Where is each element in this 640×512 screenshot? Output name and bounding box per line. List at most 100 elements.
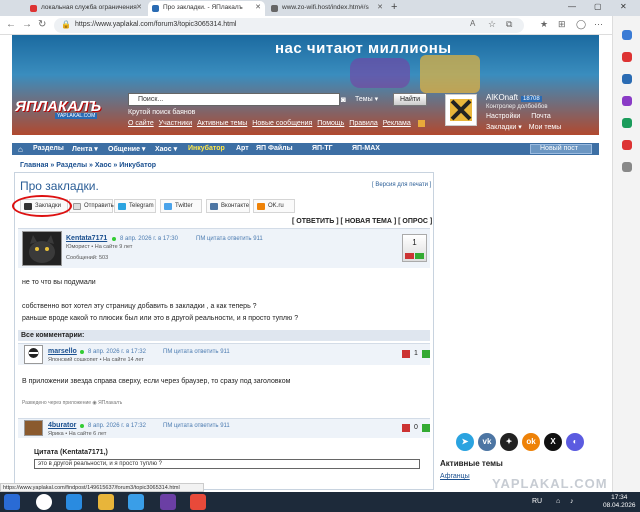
- nav-files[interactable]: ЯП Файлы: [256, 145, 293, 152]
- comment-links[interactable]: ПМ цитата ответить 911: [163, 423, 230, 429]
- outlook-icon[interactable]: [622, 140, 632, 150]
- store-icon[interactable]: [128, 494, 144, 510]
- start-icon[interactable]: [4, 494, 20, 510]
- network-icon[interactable]: ⌂: [556, 498, 560, 505]
- app-icon-2[interactable]: [190, 494, 206, 510]
- add-icon[interactable]: [622, 162, 632, 172]
- collections-icon[interactable]: ⊞: [558, 19, 566, 30]
- share-vk-button[interactable]: Вконтакте: [206, 199, 250, 213]
- edge-icon[interactable]: [66, 494, 82, 510]
- nav-feed[interactable]: Лента ▾: [72, 145, 98, 153]
- topic-actions[interactable]: [ ОТВЕТИТЬ ] [ НОВАЯ ТЕМА ] [ ОПРОС ]: [292, 218, 432, 225]
- explorer-icon[interactable]: [98, 494, 114, 510]
- active-topic-link[interactable]: Афганцы: [440, 473, 470, 480]
- ok-icon[interactable]: ok: [522, 433, 540, 451]
- back-icon[interactable]: ←: [6, 19, 16, 30]
- close-icon[interactable]: ✕: [136, 3, 142, 11]
- vk-icon[interactable]: vk: [478, 433, 496, 451]
- forward-icon[interactable]: →: [22, 19, 32, 30]
- close-window-icon[interactable]: ✕: [620, 2, 627, 11]
- link-about[interactable]: О сайте: [128, 120, 154, 127]
- vote-down-button[interactable]: [402, 424, 410, 432]
- telegram-icon[interactable]: ➤: [456, 433, 474, 451]
- breadcrumb[interactable]: Главная » Разделы » Хаос » Инкубатор: [20, 162, 156, 169]
- vote-down-button[interactable]: [402, 350, 410, 358]
- language-indicator[interactable]: RU: [532, 498, 542, 505]
- share-send-button[interactable]: Отправить: [69, 199, 114, 213]
- vote-up-button[interactable]: [422, 424, 430, 432]
- share-ok-button[interactable]: OK.ru: [253, 199, 295, 213]
- yandex-icon[interactable]: [36, 494, 52, 510]
- print-version-link[interactable]: [ Версия для печати ]: [372, 182, 431, 188]
- close-icon[interactable]: ✕: [377, 3, 383, 11]
- tab-2-active[interactable]: Про закладки. - ЯПлакалъ ✕: [148, 1, 265, 16]
- tools-icon[interactable]: [622, 74, 632, 84]
- comment-date[interactable]: 8 апр. 2026 г. в 17:32: [88, 349, 146, 355]
- link-help[interactable]: Помощь: [317, 120, 344, 127]
- link-my-topics[interactable]: Мои темы: [529, 124, 562, 131]
- nav-telegram[interactable]: ЯП-ТГ: [312, 145, 333, 152]
- search-icon[interactable]: [622, 30, 632, 40]
- nav-max[interactable]: ЯП-MAX: [352, 145, 380, 152]
- comment-author[interactable]: 4burator: [48, 422, 76, 429]
- commenter-avatar[interactable]: [24, 420, 43, 436]
- link-bayan-search[interactable]: Крутой поиск баянов: [128, 109, 195, 116]
- search-button[interactable]: Найти: [393, 93, 427, 106]
- search-scope-select[interactable]: Темы ▾: [355, 95, 378, 103]
- maximize-icon[interactable]: ▢: [594, 2, 602, 11]
- tab-3[interactable]: www.zo-wifi.host/index.htm#/s ✕: [267, 1, 387, 16]
- nav-art[interactable]: Арт: [236, 145, 249, 152]
- nav-chat[interactable]: Общение ▾: [108, 145, 145, 153]
- nav-sections[interactable]: Разделы: [33, 145, 64, 152]
- camera-icon[interactable]: ◙: [341, 95, 346, 104]
- reload-icon[interactable]: ↻: [38, 19, 46, 30]
- nav-incubator[interactable]: Инкубатор: [188, 145, 225, 152]
- link-rules[interactable]: Правила: [349, 120, 377, 127]
- user-avatar[interactable]: [445, 94, 477, 126]
- link-members[interactable]: Участники: [159, 120, 192, 127]
- rss-icon[interactable]: [418, 120, 425, 127]
- comment-links[interactable]: ПМ цитата ответить 911: [163, 349, 230, 355]
- vote-up-button[interactable]: [415, 253, 424, 259]
- volume-icon[interactable]: ♪: [570, 498, 574, 505]
- link-settings[interactable]: Настройки: [486, 113, 520, 120]
- nav-chaos[interactable]: Хаос ▾: [155, 145, 177, 153]
- favorites-icon[interactable]: ★: [540, 19, 548, 30]
- vote-up-button[interactable]: [422, 350, 430, 358]
- shopping-icon[interactable]: [622, 52, 632, 62]
- share-telegram-button[interactable]: Telegram: [114, 199, 156, 213]
- games-icon[interactable]: [622, 96, 632, 106]
- new-post-button[interactable]: Новый пост: [530, 144, 592, 154]
- home-icon[interactable]: ⌂: [18, 145, 23, 154]
- tab-1[interactable]: локальная служба ограничения ✕: [26, 1, 146, 16]
- link-mail[interactable]: Почта: [531, 113, 550, 120]
- profile-icon[interactable]: ◯: [576, 19, 586, 30]
- dzen-icon[interactable]: ✦: [500, 433, 518, 451]
- office-icon[interactable]: [622, 118, 632, 128]
- close-icon[interactable]: ✕: [255, 3, 261, 11]
- post-links[interactable]: ПМ цитата ответить 911: [196, 236, 263, 242]
- url-text[interactable]: https://www.yaplakal.com/forum3/topic306…: [75, 21, 236, 28]
- comment-author[interactable]: marsello: [48, 348, 77, 355]
- new-tab-icon[interactable]: +: [391, 1, 397, 13]
- link-new-messages[interactable]: Новые сообщения: [252, 120, 312, 127]
- read-aloud-icon[interactable]: A: [470, 19, 475, 28]
- vote-down-button[interactable]: [405, 253, 414, 259]
- post-date[interactable]: 8 апр. 2026 г. в 17:30: [120, 236, 178, 242]
- commenter-avatar[interactable]: [24, 345, 43, 364]
- post-author[interactable]: Kentata7171: [66, 235, 107, 242]
- favorite-star-icon[interactable]: ☆: [488, 19, 496, 30]
- app-icon[interactable]: [160, 494, 176, 510]
- split-screen-icon[interactable]: ⧉: [506, 19, 512, 30]
- clock[interactable]: 17:34 08.04.2026: [603, 494, 636, 510]
- link-ads[interactable]: Реклама: [383, 120, 411, 127]
- minimize-icon[interactable]: —: [568, 2, 576, 11]
- share-twitter-button[interactable]: Twitter: [160, 199, 202, 213]
- user-name[interactable]: AlKOnaft 18708: [486, 93, 542, 102]
- comment-date[interactable]: 8 апр. 2026 г. в 17:32: [88, 423, 146, 429]
- more-menu-icon[interactable]: ⋯: [594, 19, 603, 30]
- max-icon[interactable]: ◐: [566, 433, 584, 451]
- link-bookmarks[interactable]: Закладки ▾: [486, 124, 522, 131]
- author-avatar[interactable]: [22, 231, 62, 266]
- link-active-topics[interactable]: Активные темы: [197, 120, 247, 127]
